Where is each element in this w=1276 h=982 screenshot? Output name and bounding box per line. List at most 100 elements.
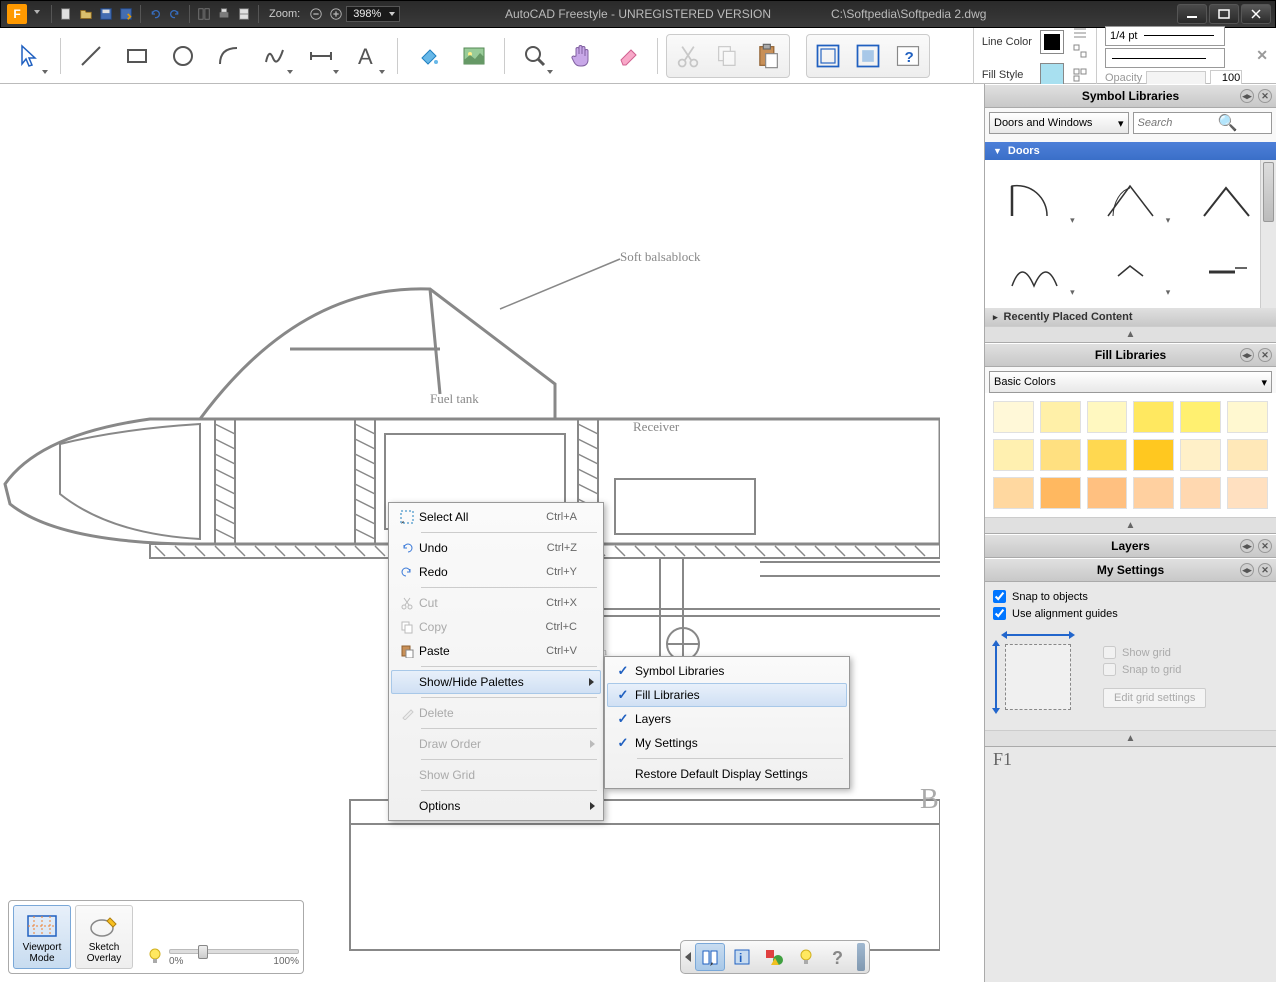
menu-select-all[interactable]: Select AllCtrl+A	[391, 505, 601, 529]
panel-collapse-settings[interactable]: ▲	[985, 730, 1276, 747]
color-swatch[interactable]	[1087, 439, 1128, 471]
snap-to-objects-checkbox[interactable]: Snap to objects	[993, 590, 1268, 603]
panel-close-icon[interactable]: ✕	[1258, 348, 1272, 362]
color-swatch[interactable]	[1227, 477, 1268, 509]
panel-header-my-settings[interactable]: My Settings ◂▸✕	[985, 558, 1276, 582]
app-menu-dropdown[interactable]	[29, 6, 45, 22]
color-swatch[interactable]	[1133, 439, 1174, 471]
pan-tool[interactable]	[559, 34, 603, 78]
symbol-category-dropdown[interactable]: Doors and Windows▾	[989, 112, 1129, 134]
menu-redo[interactable]: RedoCtrl+Y	[391, 560, 601, 584]
rectangle-tool[interactable]	[115, 34, 159, 78]
copy-button[interactable]	[709, 37, 747, 75]
minimize-button[interactable]	[1177, 4, 1207, 24]
opacity-slider[interactable]	[1146, 71, 1206, 85]
drawing-canvas[interactable]: Soft balsablock Fuel tank Receiver C G +…	[0, 84, 984, 982]
submenu-my-settings[interactable]: ✓My Settings	[607, 731, 847, 755]
color-swatch[interactable]	[1040, 439, 1081, 471]
bottom-tool-help[interactable]: ?	[823, 943, 853, 971]
color-swatch[interactable]	[1133, 477, 1174, 509]
menu-copy[interactable]: CopyCtrl+C	[391, 615, 601, 639]
panel-nav-icon[interactable]: ◂▸	[1240, 539, 1254, 553]
color-swatch[interactable]	[1227, 439, 1268, 471]
viewport-mode-button[interactable]: Viewport Mode	[13, 905, 71, 969]
menu-show-grid[interactable]: Show Grid	[391, 763, 601, 787]
color-swatch[interactable]	[993, 401, 1034, 433]
fill-style-swatch[interactable]	[1040, 63, 1064, 87]
color-swatch[interactable]	[993, 439, 1034, 471]
new-icon[interactable]	[58, 6, 74, 22]
bottom-tool-tips[interactable]	[791, 943, 821, 971]
circle-tool[interactable]	[161, 34, 205, 78]
symbol-search-input[interactable]	[1138, 117, 1218, 129]
symbol-search[interactable]: 🔍	[1133, 112, 1273, 134]
submenu-restore-defaults[interactable]: Restore Default Display Settings	[607, 762, 847, 786]
fill-tool[interactable]	[406, 34, 450, 78]
symbol-door-2[interactable]: ▾	[1089, 168, 1173, 228]
panel-close-icon[interactable]: ✕	[1258, 563, 1272, 577]
paste-button[interactable]	[749, 37, 787, 75]
image-tool[interactable]	[452, 34, 496, 78]
menu-undo[interactable]: UndoCtrl+Z	[391, 536, 601, 560]
symbol-scrollbar[interactable]	[1260, 160, 1276, 308]
menu-paste[interactable]: PasteCtrl+V	[391, 639, 601, 663]
panel-nav-icon[interactable]: ◂▸	[1240, 348, 1254, 362]
window-tile-icon[interactable]	[196, 6, 212, 22]
line-weight-dropdown[interactable]: 1/4 pt	[1105, 26, 1225, 46]
panel-nav-icon[interactable]: ◂▸	[1240, 563, 1254, 577]
bottom-tool-book[interactable]	[695, 943, 725, 971]
symbol-door-3[interactable]: ▾	[1184, 168, 1268, 228]
cut-button[interactable]	[669, 37, 707, 75]
menu-show-hide-palettes[interactable]: Show/Hide Palettes	[391, 670, 601, 694]
color-swatch[interactable]	[1040, 477, 1081, 509]
line-style-dropdown[interactable]	[1105, 48, 1225, 68]
panel-header-symbol-libraries[interactable]: Symbol Libraries ◂▸✕	[985, 84, 1276, 108]
help-button[interactable]: ?	[889, 37, 927, 75]
panel-close-icon[interactable]: ✕	[1256, 47, 1268, 64]
submenu-layers[interactable]: ✓Layers	[607, 707, 847, 731]
submenu-fill-libraries[interactable]: ✓Fill Libraries	[607, 683, 847, 707]
save-as-icon[interactable]	[118, 6, 134, 22]
color-swatch[interactable]	[1180, 477, 1221, 509]
show-grid-checkbox[interactable]: Show grid	[1103, 646, 1206, 659]
panel-header-fill-libraries[interactable]: Fill Libraries ◂▸✕	[985, 343, 1276, 367]
text-tool[interactable]: A	[345, 34, 389, 78]
dimension-tool[interactable]	[299, 34, 343, 78]
accordion-doors[interactable]: ▼Doors	[985, 142, 1276, 160]
zoom-tool[interactable]	[513, 34, 557, 78]
maximize-button[interactable]	[1209, 4, 1239, 24]
snap-to-grid-checkbox[interactable]: Snap to grid	[1103, 663, 1206, 676]
page-setup-icon[interactable]	[236, 6, 252, 22]
fill-options-icon[interactable]	[1072, 67, 1088, 83]
color-swatch[interactable]	[1040, 401, 1081, 433]
panel-header-layers[interactable]: Layers ◂▸✕	[985, 534, 1276, 558]
menu-delete[interactable]: Delete	[391, 701, 601, 725]
submenu-symbol-libraries[interactable]: ✓Symbol Libraries	[607, 659, 847, 683]
bottom-grip[interactable]	[857, 943, 865, 971]
alignment-guides-checkbox[interactable]: Use alignment guides	[993, 607, 1268, 620]
color-swatch[interactable]	[1087, 477, 1128, 509]
bottom-tool-info[interactable]: i	[727, 943, 757, 971]
accordion-recent[interactable]: ▸Recently Placed Content	[985, 308, 1276, 326]
panel-collapse-fill[interactable]: ▲	[985, 517, 1276, 534]
redo-icon[interactable]	[167, 6, 183, 22]
zoom-in-icon[interactable]	[328, 6, 344, 22]
line-color-swatch[interactable]	[1040, 30, 1064, 54]
panel-nav-icon[interactable]: ◂▸	[1240, 89, 1254, 103]
overlay-opacity-slider[interactable]	[169, 949, 299, 954]
panel-close-icon[interactable]: ✕	[1258, 539, 1272, 553]
symbol-door-1[interactable]: ▾	[993, 168, 1077, 228]
color-swatch[interactable]	[1180, 401, 1221, 433]
fill-category-dropdown[interactable]: Basic Colors▾	[989, 371, 1272, 393]
sketch-overlay-button[interactable]: Sketch Overlay	[75, 905, 133, 969]
color-swatch[interactable]	[1180, 439, 1221, 471]
undo-icon[interactable]	[147, 6, 163, 22]
close-button[interactable]	[1241, 4, 1271, 24]
symbol-door-4[interactable]: ▾	[993, 240, 1077, 300]
color-swatch[interactable]	[993, 477, 1034, 509]
panel-close-icon[interactable]: ✕	[1258, 89, 1272, 103]
color-swatch[interactable]	[1227, 401, 1268, 433]
open-icon[interactable]	[78, 6, 94, 22]
eraser-tool[interactable]	[605, 34, 649, 78]
line-tool[interactable]	[69, 34, 113, 78]
